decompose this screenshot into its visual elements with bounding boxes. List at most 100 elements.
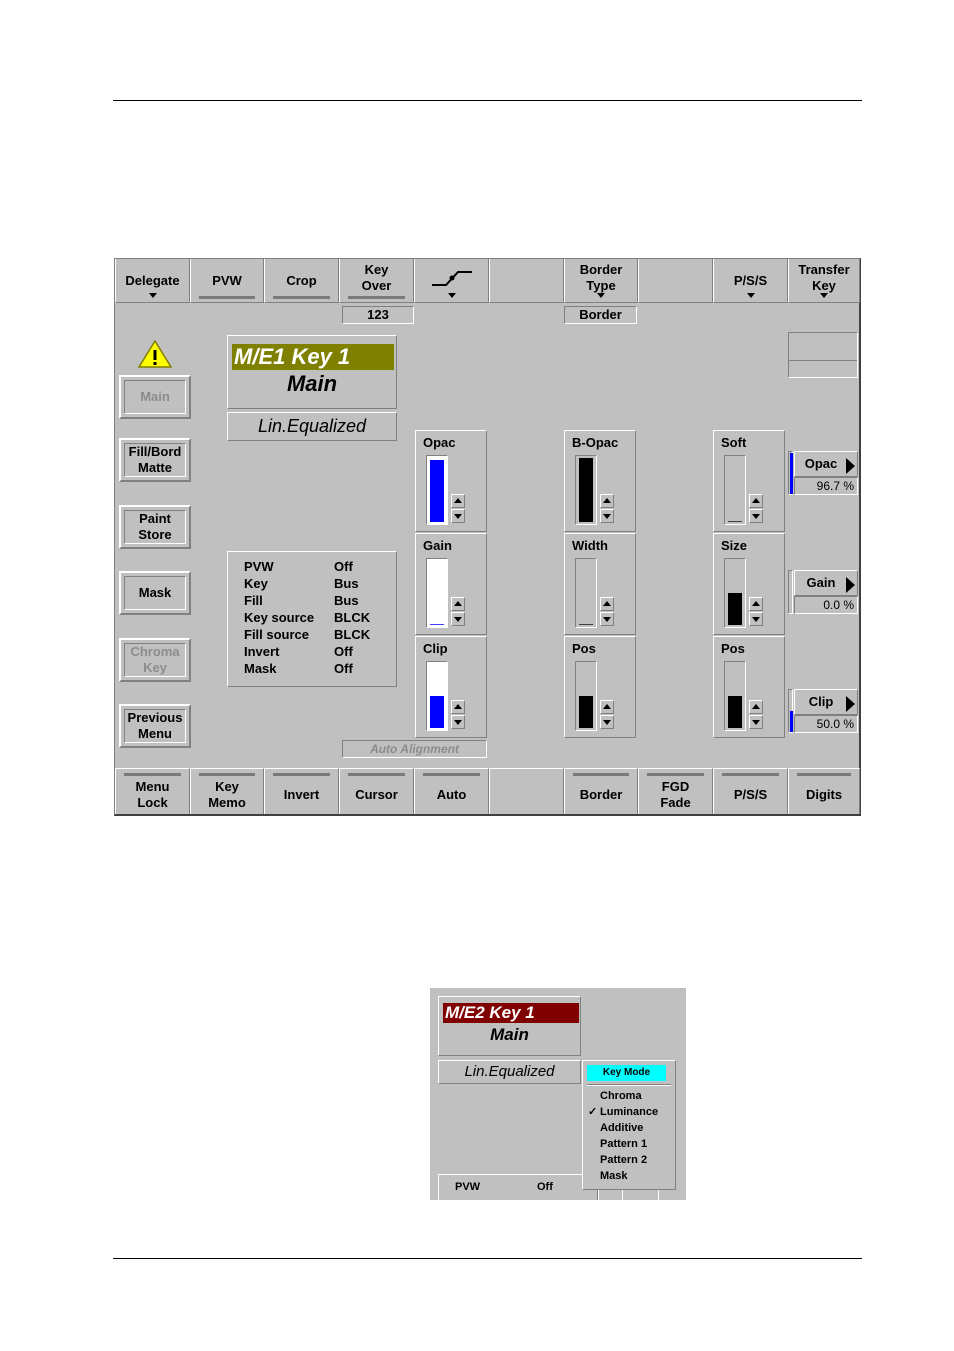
decrement-arrow-icon[interactable] xyxy=(451,509,465,523)
decrement-arrow-icon[interactable] xyxy=(749,509,763,523)
digits-button[interactable]: Digits xyxy=(788,768,860,814)
decrement-arrow-icon[interactable] xyxy=(600,509,614,523)
fgd-fade-button[interactable]: FGD Fade xyxy=(638,768,713,814)
decrement-arrow-icon[interactable] xyxy=(749,612,763,626)
fader-track[interactable] xyxy=(426,558,448,628)
border-button[interactable]: Border xyxy=(564,768,638,814)
clip-value-button[interactable]: Clip 50.0 % xyxy=(788,689,858,733)
button-label-line1: Previous xyxy=(127,710,183,725)
side-button-paint-store[interactable]: Paint Store xyxy=(119,505,191,549)
fader-baseline xyxy=(579,624,593,625)
increment-arrow-icon[interactable] xyxy=(749,597,763,611)
side-button-previous-menu[interactable]: Previous Menu xyxy=(119,704,191,748)
button-face: Mask xyxy=(124,576,186,610)
fader-label: Pos xyxy=(572,641,596,656)
delegate-button[interactable]: Delegate xyxy=(115,259,190,303)
fader-track[interactable] xyxy=(724,558,746,628)
key-memo-button[interactable]: Key Memo xyxy=(190,768,264,814)
info-key: PVW xyxy=(244,559,274,574)
key-info-table: PVW Off Key Bus Fill Bus Key source BLCK Fil… xyxy=(227,551,397,687)
fader-border-pos[interactable]: Pos xyxy=(564,636,636,738)
increment-arrow-icon[interactable] xyxy=(749,494,763,508)
menu-item-mask[interactable]: Mask xyxy=(600,1168,628,1184)
fader-track[interactable] xyxy=(426,455,448,525)
button-label: Mask xyxy=(138,585,172,600)
fader-soft-pos[interactable]: Pos xyxy=(713,636,785,738)
increment-arrow-icon[interactable] xyxy=(600,494,614,508)
fader-track[interactable] xyxy=(724,455,746,525)
level-indicator xyxy=(788,451,793,495)
menu-item-additive[interactable]: Additive xyxy=(600,1120,643,1136)
transition-curve-button[interactable] xyxy=(414,259,489,303)
empty-button-1[interactable] xyxy=(489,259,564,303)
fader-track[interactable] xyxy=(426,661,448,731)
decrement-arrow-icon[interactable] xyxy=(451,612,465,626)
pss-bottom-button[interactable]: P/S/S xyxy=(713,768,788,814)
increment-arrow-icon[interactable] xyxy=(451,597,465,611)
side-button-fill-bord-matte[interactable]: Fill/Bord Matte xyxy=(119,438,191,482)
key-over-value: 123 xyxy=(342,306,414,324)
button-label: Delegate xyxy=(125,272,180,288)
decrement-arrow-icon[interactable] xyxy=(600,715,614,729)
fader-size[interactable]: Size xyxy=(713,533,785,635)
menu-header: Key Mode xyxy=(587,1065,666,1081)
side-button-main[interactable]: Main xyxy=(119,375,191,419)
decrement-arrow-icon[interactable] xyxy=(749,715,763,729)
increment-arrow-icon[interactable] xyxy=(749,700,763,714)
pvw-button[interactable]: PVW xyxy=(190,259,264,303)
side-button-chroma-key[interactable]: Chroma Key xyxy=(119,638,191,682)
button-label-line2: Store xyxy=(138,527,172,542)
fader-soft[interactable]: Soft xyxy=(713,430,785,532)
opac-value-button[interactable]: Opac 96.7 % xyxy=(788,451,858,495)
info-value: BLCK xyxy=(334,610,371,625)
gain-value-button[interactable]: Gain 0.0 % xyxy=(788,570,858,614)
cursor-button[interactable]: Cursor xyxy=(339,768,414,814)
toggle-indicator xyxy=(348,296,405,299)
fader-opac[interactable]: Opac xyxy=(415,430,487,532)
status-box xyxy=(788,332,858,378)
button-label: P/S/S xyxy=(733,272,768,288)
key-mode-button[interactable]: Lin.Equalized xyxy=(438,1060,581,1084)
fader-track[interactable] xyxy=(575,661,597,731)
fader-gain[interactable]: Gain xyxy=(415,533,487,635)
menu-lock-button[interactable]: Menu Lock xyxy=(115,768,190,814)
pss-button[interactable]: P/S/S xyxy=(713,259,788,303)
fader-track[interactable] xyxy=(575,558,597,628)
menu-item-luminance[interactable]: Luminance xyxy=(600,1104,658,1120)
menu-item-pattern-2[interactable]: Pattern 2 xyxy=(600,1152,647,1168)
increment-arrow-icon[interactable] xyxy=(600,597,614,611)
increment-arrow-icon[interactable] xyxy=(600,700,614,714)
crop-button[interactable]: Crop xyxy=(264,259,339,303)
key-title-box: M/E1 Key 1 Main xyxy=(227,335,397,409)
empty-button-2[interactable] xyxy=(638,259,713,303)
button-face: Chroma Key xyxy=(124,643,186,677)
border-type-button[interactable]: Border Type xyxy=(564,259,638,303)
info-value: Off xyxy=(537,1181,553,1193)
fader-label: Pos xyxy=(721,641,745,656)
button-label: Auto xyxy=(436,786,467,802)
info-key: Key source xyxy=(244,610,315,625)
fader-b-opac[interactable]: B-Opac xyxy=(564,430,636,532)
fader-track[interactable] xyxy=(724,661,746,731)
fader-track[interactable] xyxy=(575,455,597,525)
auto-button[interactable]: Auto xyxy=(414,768,489,814)
side-button-mask[interactable]: Mask xyxy=(119,571,191,615)
increment-arrow-icon[interactable] xyxy=(451,494,465,508)
invert-button[interactable]: Invert xyxy=(264,768,339,814)
decrement-arrow-icon[interactable] xyxy=(600,612,614,626)
key-over-button[interactable]: Key Over xyxy=(339,259,414,303)
fader-width[interactable]: Width xyxy=(564,533,636,635)
decrement-arrow-icon[interactable] xyxy=(451,715,465,729)
empty-bottom-button[interactable] xyxy=(489,768,564,814)
button-label-line2: Key xyxy=(812,277,836,293)
transfer-key-button[interactable]: Transfer Key xyxy=(788,259,860,303)
button-label-line1: Menu xyxy=(135,778,170,794)
menu-item-chroma[interactable]: Chroma xyxy=(600,1088,642,1104)
level-fill xyxy=(790,453,793,494)
fader-label: Opac xyxy=(423,435,456,450)
fader-clip[interactable]: Clip xyxy=(415,636,487,738)
auto-alignment-button[interactable]: Auto Alignment xyxy=(342,740,487,758)
increment-arrow-icon[interactable] xyxy=(451,700,465,714)
menu-item-pattern-1[interactable]: Pattern 1 xyxy=(600,1136,647,1152)
key-mode-button[interactable]: Lin.Equalized xyxy=(227,412,397,441)
